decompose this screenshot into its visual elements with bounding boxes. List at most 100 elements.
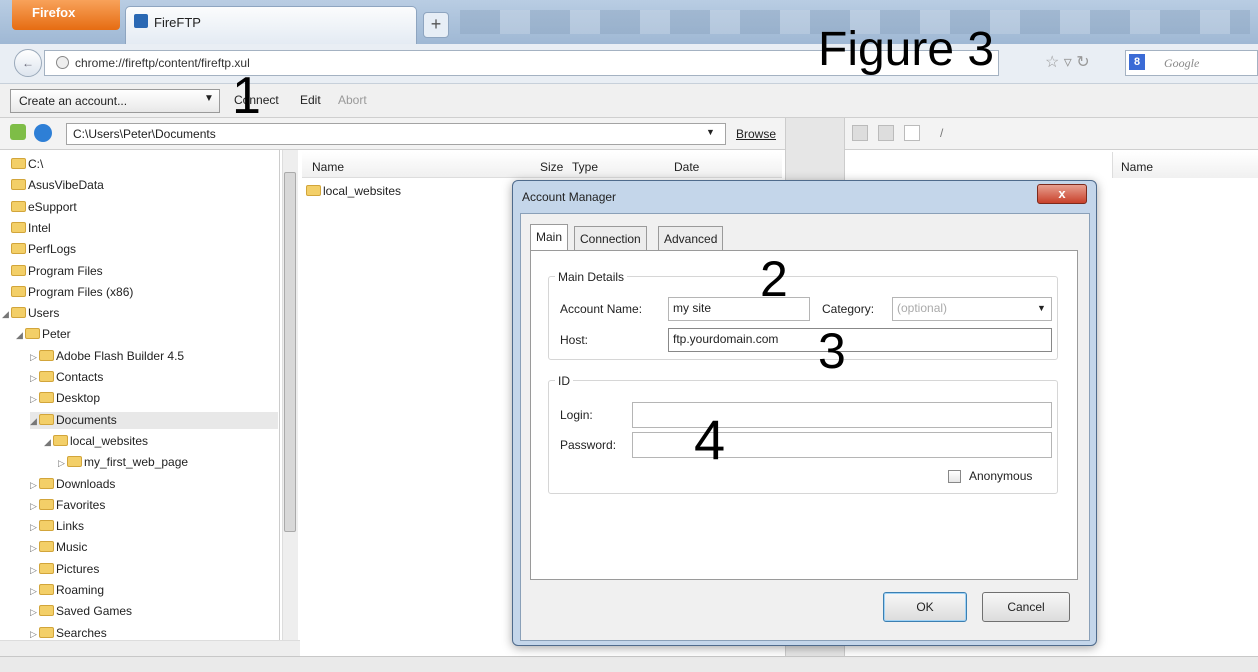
tree-item[interactable]: ▷ Pictures (30, 561, 99, 578)
tree-item[interactable]: ◢ local_websites (44, 433, 148, 450)
folder-icon (11, 179, 26, 191)
expander-icon[interactable]: ◢ (2, 306, 11, 322)
id-group-label: ID (555, 374, 573, 388)
password-label: Password: (560, 438, 617, 452)
tab-advanced[interactable]: Advanced (658, 226, 724, 250)
figure-label: Figure 3 (818, 23, 995, 76)
close-icon[interactable]: x (1037, 184, 1087, 204)
tree-item-label: C:\ (28, 157, 44, 171)
expander-icon[interactable]: ◢ (44, 434, 53, 450)
anonymous-label[interactable]: Anonymous (969, 469, 1032, 483)
firefox-menu-button[interactable]: Firefox (12, 0, 120, 30)
fireftp-icon (134, 14, 148, 28)
category-dropdown-icon[interactable]: ▼ (1037, 303, 1046, 313)
expander-icon[interactable]: ▷ (30, 391, 39, 407)
folder-icon (39, 562, 54, 574)
tree-item[interactable]: PerfLogs (2, 241, 76, 257)
expander-icon[interactable]: ◢ (30, 413, 39, 429)
tree-item-label: Downloads (56, 476, 116, 491)
path-dropdown-icon[interactable]: ▼ (706, 127, 715, 137)
file-row[interactable]: local_websites (306, 183, 401, 199)
refresh-icon[interactable] (34, 124, 52, 142)
tree-item[interactable]: Program Files (x86) (2, 284, 133, 300)
column-type[interactable]: Type (572, 160, 598, 174)
tree-item[interactable]: ◢ Peter (16, 326, 71, 343)
expander-icon[interactable]: ▷ (30, 540, 39, 556)
tree-item[interactable]: ▷ Contacts (30, 369, 103, 386)
column-name[interactable]: Name (312, 160, 344, 174)
tree-item[interactable]: ▷ Links (30, 518, 84, 535)
folder-icon (11, 158, 26, 169)
dialog-title: Account Manager (522, 190, 617, 204)
local-folder-tree[interactable]: C:\ AsusVibeData eSupport Intel PerfLogs Prog… (0, 150, 280, 655)
tree-item-label: Intel (28, 220, 51, 235)
tree-item-label: my_first_web_page (84, 455, 189, 470)
expander-icon[interactable]: ▷ (30, 519, 39, 535)
account-select[interactable]: Create an account... (10, 89, 220, 113)
tree-horizontal-scrollbar[interactable] (0, 640, 300, 656)
tree-item-label: Contacts (56, 370, 104, 384)
account-name-label: Account Name: (560, 302, 643, 316)
folder-icon (53, 434, 68, 446)
tree-item-label: Documents (56, 412, 117, 427)
tree-item[interactable]: ▷ Roaming (30, 582, 104, 599)
tree-item[interactable]: ▷ Saved Games (30, 603, 132, 620)
edit-button[interactable]: Edit (300, 93, 321, 107)
tree-scrollbar-thumb[interactable] (284, 172, 296, 532)
account-name-input[interactable]: my site (668, 297, 810, 321)
local-path-input[interactable]: C:\Users\Peter\Documents (66, 123, 726, 145)
expander-icon[interactable]: ▷ (30, 562, 39, 578)
tree-item[interactable]: Intel (2, 220, 51, 236)
tree-item[interactable]: ▷ Favorites (30, 497, 105, 514)
expander-icon[interactable]: ▷ (30, 498, 39, 514)
folder-icon (39, 392, 54, 404)
tab-main[interactable]: Main (530, 224, 569, 250)
expander-icon[interactable]: ◢ (16, 327, 25, 343)
browse-button[interactable]: Browse (736, 127, 776, 141)
google-search-engine-icon[interactable]: 8 (1129, 54, 1145, 70)
folder-icon (11, 285, 26, 297)
expander-icon[interactable]: ▷ (30, 583, 39, 599)
host-input[interactable]: ftp.yourdomain.com (668, 328, 1052, 352)
tree-item[interactable]: ◢ Documents (30, 411, 278, 429)
category-select[interactable]: (optional) (892, 297, 1052, 321)
tab-connection[interactable]: Connection (574, 226, 647, 250)
tree-item[interactable]: ◢ Users (2, 305, 59, 322)
expander-icon[interactable]: ▷ (30, 477, 39, 493)
back-button[interactable]: ← (14, 49, 42, 77)
remote-path[interactable]: / (848, 123, 1258, 145)
folder-icon (39, 371, 54, 382)
bookmark-star-icon[interactable]: ☆ ▿ ↻ (1045, 52, 1090, 72)
column-size[interactable]: Size (540, 160, 563, 174)
tree-item[interactable]: ▷ Music (30, 539, 87, 556)
expander-icon[interactable]: ▷ (30, 349, 39, 365)
dropdown-arrow-icon[interactable]: ▼ (204, 93, 214, 104)
remote-column-name[interactable]: Name (1112, 152, 1258, 178)
tree-item[interactable]: eSupport (2, 199, 77, 215)
browser-tab-fireftp[interactable]: FireFTP (125, 6, 417, 44)
expander-icon[interactable]: ▷ (30, 370, 39, 386)
tree-item[interactable]: ▷ Adobe Flash Builder 4.5 (30, 348, 184, 365)
folder-icon (67, 456, 82, 468)
tree-item-label: Program Files (x86) (28, 284, 134, 299)
tree-item[interactable]: C:\ (2, 156, 43, 172)
tree-item[interactable]: ▷ Desktop (30, 390, 100, 407)
ok-button[interactable]: OK (883, 592, 967, 622)
expander-icon[interactable]: ▷ (58, 455, 67, 471)
new-tab-button[interactable]: + (423, 12, 449, 38)
tree-item[interactable]: ▷ my_first_web_page (58, 454, 188, 471)
tree-item[interactable]: ▷ Downloads (30, 476, 115, 493)
tree-item[interactable]: Program Files (2, 263, 103, 279)
tree-item[interactable]: AsusVibeData (2, 177, 104, 193)
tree-item-label: PerfLogs (28, 242, 77, 257)
expander-icon[interactable]: ▷ (30, 604, 39, 620)
column-date[interactable]: Date (674, 160, 699, 174)
abort-button[interactable]: Abort (338, 93, 367, 107)
cancel-button[interactable]: Cancel (982, 592, 1070, 622)
anonymous-checkbox[interactable] (948, 470, 961, 483)
annotation-3: 3 (818, 323, 846, 379)
tree-item-label: Roaming (56, 583, 105, 597)
local-folder-up-icon[interactable] (10, 124, 26, 140)
tree-item-label: Links (56, 519, 85, 534)
tree-item-label: AsusVibeData (28, 178, 104, 193)
